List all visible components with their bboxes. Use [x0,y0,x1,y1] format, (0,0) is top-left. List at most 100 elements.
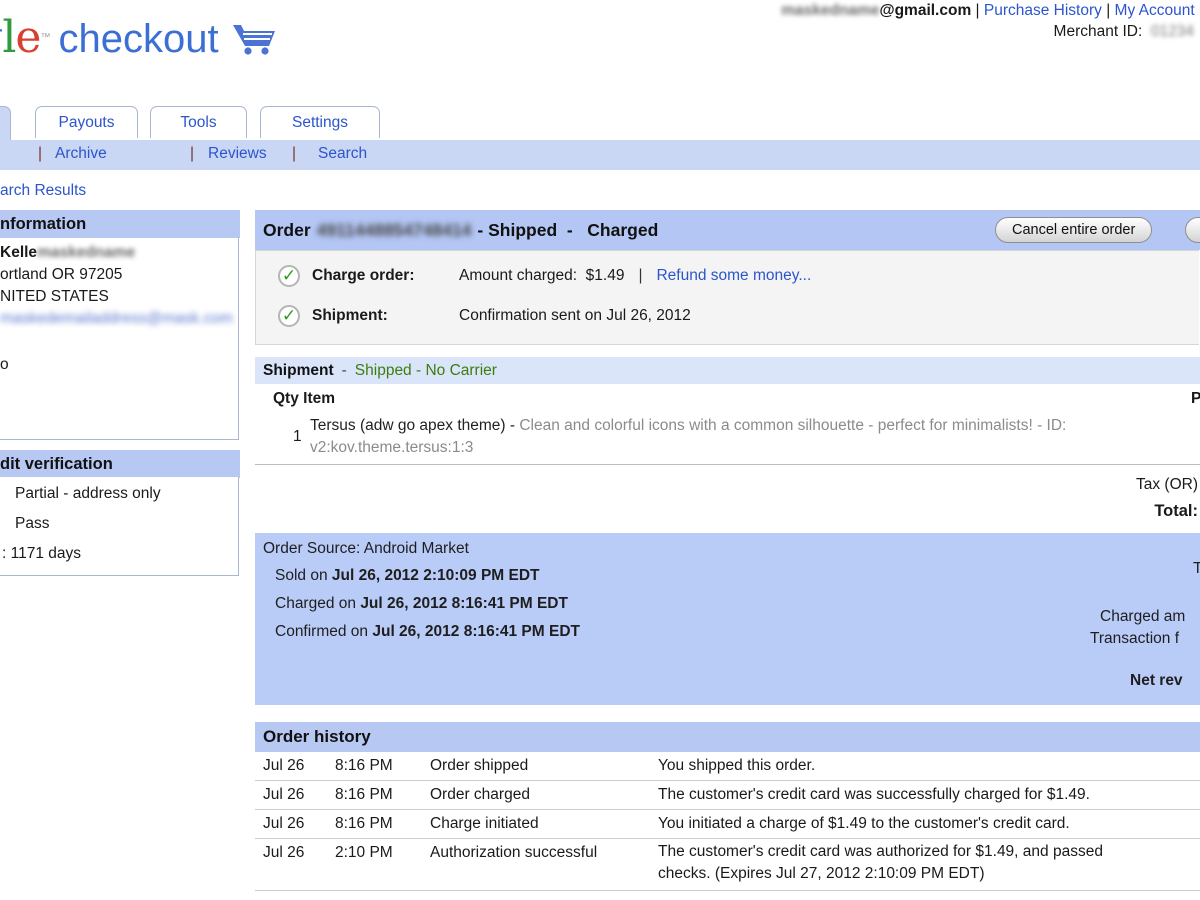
tax-label: Tax (OR) [255,476,1198,494]
order-history-table: Jul 26 8:16 PM Order shipped You shipped… [255,752,1200,891]
charged-on-prefix: Charged on [275,595,360,612]
sold-on-prefix: Sold on [275,567,332,584]
separator: - [342,362,347,380]
subnav-archive-link[interactable]: Archive [55,145,107,163]
history-event: Order shipped [430,757,528,775]
qty-item-column-header: Qty Item [273,390,335,408]
history-time: 8:16 PM [335,757,393,775]
history-date: Jul 26 [263,786,304,804]
table-row: Jul 26 2:10 PM Authorization successful … [255,839,1200,891]
shipment-status-row: ✓ Shipment: Confirmation sent on Jul 26,… [278,305,691,327]
separator: | [190,145,194,163]
shopping-cart-icon [231,20,277,56]
subnav-reviews-link[interactable]: Reviews [208,145,267,163]
check-icon: ✓ [278,265,300,287]
check-icon: ✓ [278,305,300,327]
shipment-label: Shipment: [312,307,459,325]
subnav-search-link[interactable]: Search [318,145,367,163]
order-status-text: - Shipped - Charged [477,220,658,241]
table-row: Jul 26 8:16 PM Order shipped You shipped… [255,752,1200,781]
buyer-email-redacted: maskedemailaddress@mask.com [0,310,233,328]
buyer-information-panel: Kellemaskedname ortland OR 97205 NITED S… [0,238,239,440]
buyer-name-visible: Kelle [0,244,37,261]
price-column-header: P [1191,390,1200,408]
history-description-line2: checks. (Expires Jul 27, 2012 2:10:09 PM… [658,865,985,883]
cvn-result: Pass [15,515,49,533]
buyer-name-redacted: maskedname [37,244,135,261]
charged-on-line: Charged on Jul 26, 2012 8:16:41 PM EDT [275,595,568,613]
google-checkout-logo: Google™checkout [0,14,277,63]
table-row: Jul 26 8:16 PM Charge initiated You init… [255,810,1200,839]
shipment-section-header: Shipment - Shipped - No Carrier [255,357,1200,384]
separator: | [638,267,642,285]
logo-letter: e [15,12,40,63]
history-event: Authorization successful [430,844,597,862]
order-title-prefix: Order [263,220,311,241]
shipment-title: Shipment [263,362,334,380]
buyer-name: Kellemaskedname [0,244,135,262]
account-email-domain: @gmail.com [879,2,971,20]
separator: | [971,2,984,20]
credit-verification-header: dit verification [0,450,240,478]
total-label: Total: [255,502,1198,521]
buyer-country: NITED STATES [0,288,109,306]
orders-subnav: | Archive | Reviews | Search [0,140,1200,170]
logo-letter: l [2,12,15,63]
search-results-link[interactable]: arch Results [0,182,86,200]
item-row: Tersus (adw go apex theme) - Clean and c… [310,415,1092,459]
history-event: Order charged [430,786,530,804]
item-quantity: 1 [293,428,302,446]
order-history-title: Order history [263,727,371,747]
charged-amount-fragment: Charged am [1100,608,1185,626]
history-description: You shipped this order. [658,757,815,775]
button-label: Cancel entire order [1012,222,1135,238]
history-date: Jul 26 [263,815,304,833]
history-time: 8:16 PM [335,786,393,804]
net-revenue-fragment: Net rev [1130,672,1183,690]
confirmed-on-line: Confirmed on Jul 26, 2012 8:16:41 PM EDT [275,623,580,641]
table-row: Jul 26 8:16 PM Order charged The custome… [255,781,1200,810]
tab-orders-partial[interactable] [0,106,11,140]
charge-order-label: Charge order: [312,267,459,285]
tab-settings[interactable]: Settings [260,106,380,138]
my-account-link[interactable]: My Account [1115,2,1195,20]
google-checkout-order-page: maskedname@gmail.com | Purchase History … [0,0,1200,900]
avs-result: Partial - address only [15,485,161,503]
sold-on-line: Sold on Jul 26, 2012 2:10:09 PM EDT [275,567,540,585]
tab-tools[interactable]: Tools [150,106,247,138]
transaction-fee-fragment: Transaction f [1090,630,1179,648]
history-description: The customer's credit card was successfu… [658,786,1090,804]
separator: | [1195,2,1200,20]
history-time: 2:10 PM [335,844,393,862]
charged-on-date: Jul 26, 2012 8:16:41 PM EDT [360,595,568,612]
merchant-id-label: Merchant ID: [1054,23,1151,41]
confirmed-on-prefix: Confirmed on [275,623,372,640]
trademark-symbol: ™ [40,32,49,43]
buyer-city-line: ortland OR 97205 [0,266,122,284]
history-date: Jul 26 [263,757,304,775]
tab-payouts[interactable]: Payouts [35,106,138,138]
credit-verification-title: dit verification [0,455,113,474]
amount-charged-text: Amount charged: $1.49 [459,267,624,285]
separator: | [1102,2,1115,20]
shipment-confirmation-text: Confirmation sent on Jul 26, 2012 [459,307,691,325]
order-history-header: Order history [255,722,1200,752]
refund-link[interactable]: Refund some money... [656,267,811,285]
order-source-box: Order Source: Android Market Sold on Jul… [255,533,1200,705]
account-bar: maskedname@gmail.com | Purchase History … [781,2,1200,20]
history-description-line1: The customer's credit card was authorize… [658,843,1103,861]
cancel-entire-order-button[interactable]: Cancel entire order [995,217,1152,243]
account-email-redacted: maskedname [781,2,879,20]
total-fragment: T [1193,560,1200,578]
buyer-information-title: nformation [0,215,86,234]
history-date: Jul 26 [263,844,304,862]
buyer-information-header: nformation [0,210,240,238]
merchant-id-redacted: 01234 [1151,23,1194,41]
order-source: Order Source: Android Market [263,540,469,558]
divider [255,464,1200,465]
charge-status-row: ✓ Charge order: Amount charged: $1.49 | … [278,265,811,287]
tab-label: Tools [180,114,216,132]
purchase-history-link[interactable]: Purchase History [984,2,1102,20]
tab-label: Settings [292,114,348,132]
confirmed-on-date: Jul 26, 2012 8:16:41 PM EDT [372,623,580,640]
